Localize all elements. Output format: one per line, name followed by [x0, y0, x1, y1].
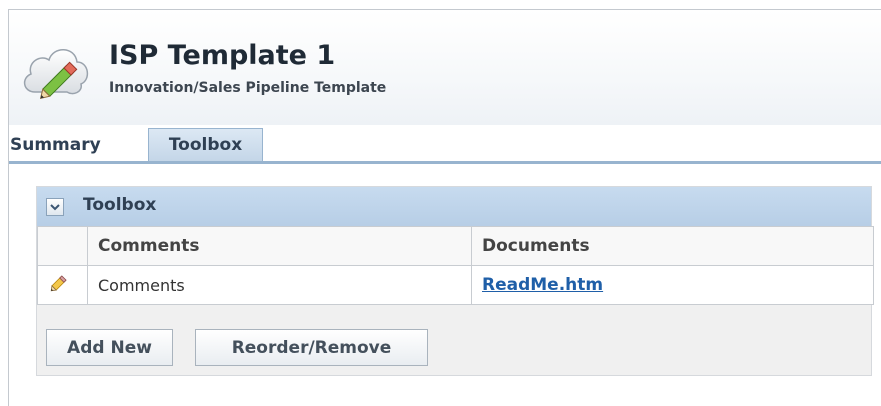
tab-toolbox[interactable]: Toolbox — [148, 128, 263, 161]
document-link[interactable]: ReadMe.htm — [482, 275, 603, 295]
table-header-row: Comments Documents — [37, 226, 874, 266]
tab-summary[interactable]: Summary — [9, 128, 147, 161]
pencil-icon[interactable] — [48, 272, 70, 294]
webpart-title-bar: Toolbox — [37, 187, 871, 226]
webpart-title: Toolbox — [83, 195, 157, 215]
column-header-icon — [37, 226, 88, 266]
reorder-remove-button[interactable]: Reorder/Remove — [195, 329, 428, 366]
page-subtitle: Innovation/Sales Pipeline Template — [109, 80, 387, 96]
column-header-documents[interactable]: Documents — [471, 226, 874, 266]
page-title: ISP Template 1 — [109, 40, 336, 71]
add-new-button[interactable]: Add New — [46, 329, 173, 366]
edit-cell[interactable] — [37, 265, 88, 305]
tab-divider — [9, 161, 881, 164]
column-header-comments[interactable]: Comments — [87, 226, 472, 266]
chevron-down-icon[interactable] — [46, 198, 64, 216]
toolbox-webpart: Toolbox Comments Documents Comments Read… — [36, 186, 874, 376]
documents-cell: ReadMe.htm — [471, 265, 874, 305]
toolbox-table: Comments Documents Comments ReadMe.htm — [37, 226, 874, 305]
comments-cell: Comments — [87, 265, 472, 305]
tab-bar: Summary Toolbox — [9, 124, 881, 164]
table-row: Comments ReadMe.htm — [37, 265, 874, 305]
cloud-pencil-icon — [23, 49, 89, 100]
page-header: ISP Template 1 Innovation/Sales Pipeline… — [9, 10, 881, 125]
